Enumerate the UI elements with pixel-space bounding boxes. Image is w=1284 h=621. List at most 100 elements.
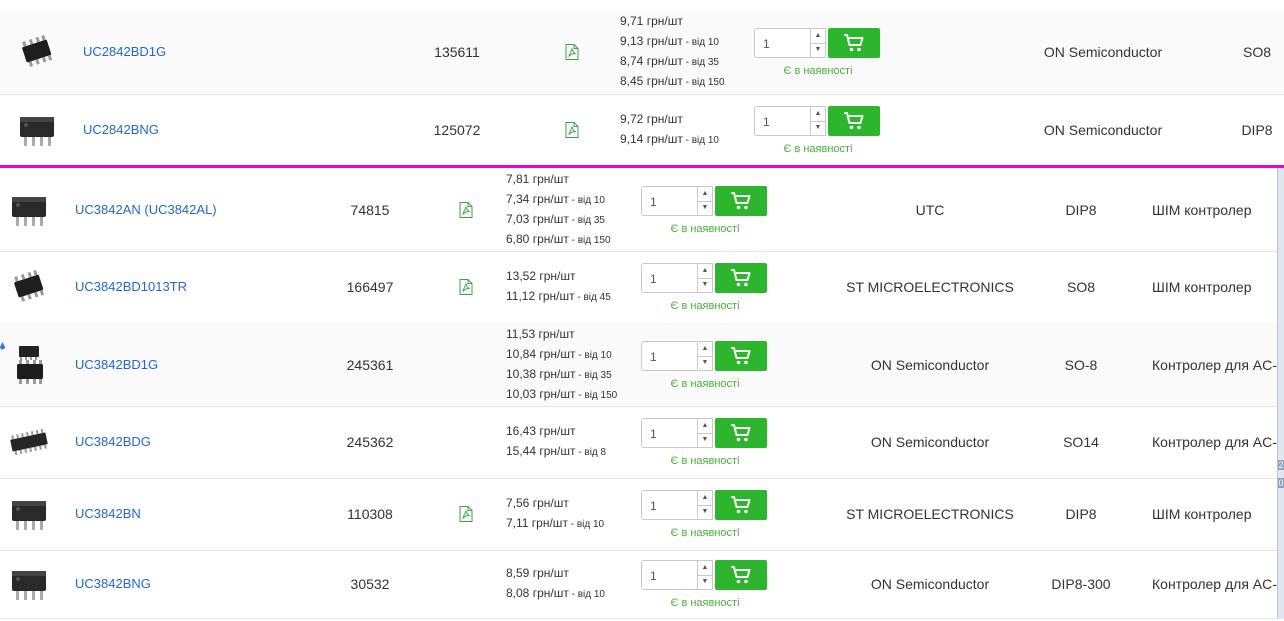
product-name-link[interactable]: UC3842BD1013TR: [75, 278, 187, 296]
add-to-cart-button[interactable]: [715, 340, 767, 371]
cart-icon: [730, 346, 752, 366]
qty-up-button[interactable]: ▲: [698, 264, 712, 279]
qty-down-button[interactable]: ▼: [698, 278, 712, 292]
package-type: DIP8: [1241, 121, 1273, 138]
pdf-datasheet-icon[interactable]: [565, 44, 579, 65]
price-tier: 7,34 грн/шт - від 10: [506, 191, 605, 206]
add-to-cart-button[interactable]: [715, 185, 767, 216]
buy-widget: ▲▼ Є в наявності: [754, 105, 882, 155]
product-thumbnail[interactable]: [7, 562, 51, 611]
price-tier: 9,14 грн/шт - від 10: [620, 131, 719, 146]
qty-down-button[interactable]: ▼: [698, 575, 712, 589]
cart-icon: [843, 33, 865, 53]
quantity-input[interactable]: [648, 342, 690, 371]
cart-icon: [730, 495, 752, 515]
add-to-cart-button[interactable]: [715, 560, 767, 590]
qty-up-button[interactable]: ▲: [698, 187, 712, 202]
table-row: UC3842BN 110308 7,56 грн/шт 7,11 грн/шт -…: [0, 478, 1284, 551]
product-description: ШІМ контролер: [1152, 506, 1252, 522]
product-name-link[interactable]: UC3842BDG: [75, 433, 151, 451]
quantity-stepper: ▲ ▼: [697, 263, 713, 293]
product-description: Контролер для AC-: [1152, 576, 1277, 592]
product-name-link[interactable]: UC3842AN (UC3842AL): [75, 201, 217, 219]
scrollbar-track[interactable]: [1277, 168, 1284, 618]
cart-icon: [843, 111, 865, 131]
price-list: 11,53 грн/шт 10,84 грн/шт - від 10 10,38 г…: [506, 325, 617, 405]
product-thumbnail[interactable]: [15, 108, 59, 157]
price-list: 9,71 грн/шт 9,13 грн/шт - від 10 8,74 грн/…: [620, 12, 725, 92]
in-stock-label: Є в наявності: [670, 377, 740, 390]
qty-up-button[interactable]: ▲: [811, 107, 825, 122]
pdf-datasheet-icon[interactable]: [459, 506, 473, 527]
qty-up-button[interactable]: ▲: [698, 419, 712, 434]
quantity-input[interactable]: [648, 420, 690, 448]
add-to-cart-button[interactable]: [715, 263, 767, 293]
qty-down-button[interactable]: ▼: [811, 121, 825, 135]
qty-up-button[interactable]: ▲: [698, 491, 712, 506]
quantity-input[interactable]: [648, 187, 690, 216]
quantity-input[interactable]: [648, 562, 690, 590]
add-to-cart-button[interactable]: [715, 418, 767, 448]
product-description: ШІМ контролер: [1152, 279, 1252, 295]
package-type: SO14: [1063, 434, 1099, 450]
product-thumbnail[interactable]: [7, 343, 51, 392]
qty-down-button[interactable]: ▼: [698, 356, 712, 370]
price-tier: 9,13 грн/шт - від 10: [620, 34, 719, 48]
add-to-cart-button[interactable]: [828, 28, 880, 58]
product-thumbnail[interactable]: [7, 188, 51, 237]
manufacturer: ON Semiconductor: [1043, 44, 1163, 60]
qty-up-button[interactable]: ▲: [698, 342, 712, 357]
in-stock-label: Є в наявності: [670, 455, 740, 467]
price-list: 9,72 грн/шт 9,14 грн/шт - від 10: [620, 110, 719, 150]
product-name-link[interactable]: UC2842BD1G: [83, 43, 166, 61]
quantity-input[interactable]: [761, 30, 803, 58]
product-name-link[interactable]: UC3842BD1G: [75, 356, 158, 374]
quantity-input[interactable]: [761, 107, 803, 136]
quantity-stepper: ▲ ▼: [697, 340, 713, 371]
manufacturer: ON Semiconductor: [870, 434, 990, 450]
add-to-cart-button[interactable]: [828, 105, 880, 136]
table-row: UC3842BNG 30532 8,59 грн/шт 8,08 грн/шт -…: [0, 550, 1284, 619]
qty-down-button[interactable]: ▼: [811, 43, 825, 57]
price-list: 8,59 грн/шт 8,08 грн/шт - від 10: [506, 564, 605, 604]
price-tier: 9,71 грн/шт: [620, 14, 683, 28]
product-name-link[interactable]: UC2842BNG: [83, 121, 159, 139]
qty-down-button[interactable]: ▼: [698, 201, 712, 215]
in-stock-label: Є в наявності: [670, 222, 740, 235]
quantity-input[interactable]: [648, 265, 690, 293]
product-thumbnail[interactable]: [7, 265, 51, 314]
product-thumbnail[interactable]: [7, 492, 51, 541]
cart-icon: [730, 565, 752, 585]
table-row: UC3842BDG 245362 16,43 грн/шт 15,44 грн/ш…: [0, 406, 1284, 479]
scroll-marker-2: 0: [1278, 478, 1284, 488]
quantity-field: [641, 490, 697, 520]
manufacturer: UTC: [915, 201, 945, 218]
product-thumbnail[interactable]: [15, 30, 59, 79]
table-row: UC3842BD1013TR 166497 13,52 грн/шт 11,12 …: [0, 251, 1284, 324]
product-description: ШІМ контролер: [1152, 201, 1252, 218]
qty-down-button[interactable]: ▼: [698, 433, 712, 447]
qty-up-button[interactable]: ▲: [811, 29, 825, 44]
product-name-link[interactable]: UC3842BN: [75, 505, 141, 523]
price-list: 13,52 грн/шт 11,12 грн/шт - від 45: [506, 267, 611, 307]
buy-widget: ▲▼ Є в наявності: [641, 263, 769, 312]
pdf-datasheet-icon[interactable]: [459, 279, 473, 300]
manufacturer: ST MICROELECTRONICS: [846, 506, 1014, 522]
pdf-datasheet-icon[interactable]: [565, 121, 579, 143]
drop-icon: [0, 342, 5, 350]
manufacturer: ON Semiconductor: [870, 576, 990, 592]
qty-up-button[interactable]: ▲: [698, 561, 712, 576]
package-type: SO8: [1066, 279, 1096, 295]
product-name-link[interactable]: UC3842BNG: [75, 575, 151, 593]
pdf-datasheet-icon[interactable]: [459, 201, 473, 223]
qty-down-button[interactable]: ▼: [698, 505, 712, 519]
product-code: 166497: [346, 279, 394, 295]
package-type: DIP8: [1065, 506, 1097, 522]
buy-widget: ▲▼ Є в наявності: [641, 185, 769, 235]
quantity-input[interactable]: [648, 492, 690, 520]
buy-widget: ▲▼ Є в наявності: [641, 560, 769, 609]
price-tier: 15,44 грн/шт - від 8: [506, 444, 607, 458]
package-type: DIP8-300: [1051, 576, 1111, 592]
product-thumbnail[interactable]: [7, 420, 51, 469]
add-to-cart-button[interactable]: [715, 490, 767, 520]
